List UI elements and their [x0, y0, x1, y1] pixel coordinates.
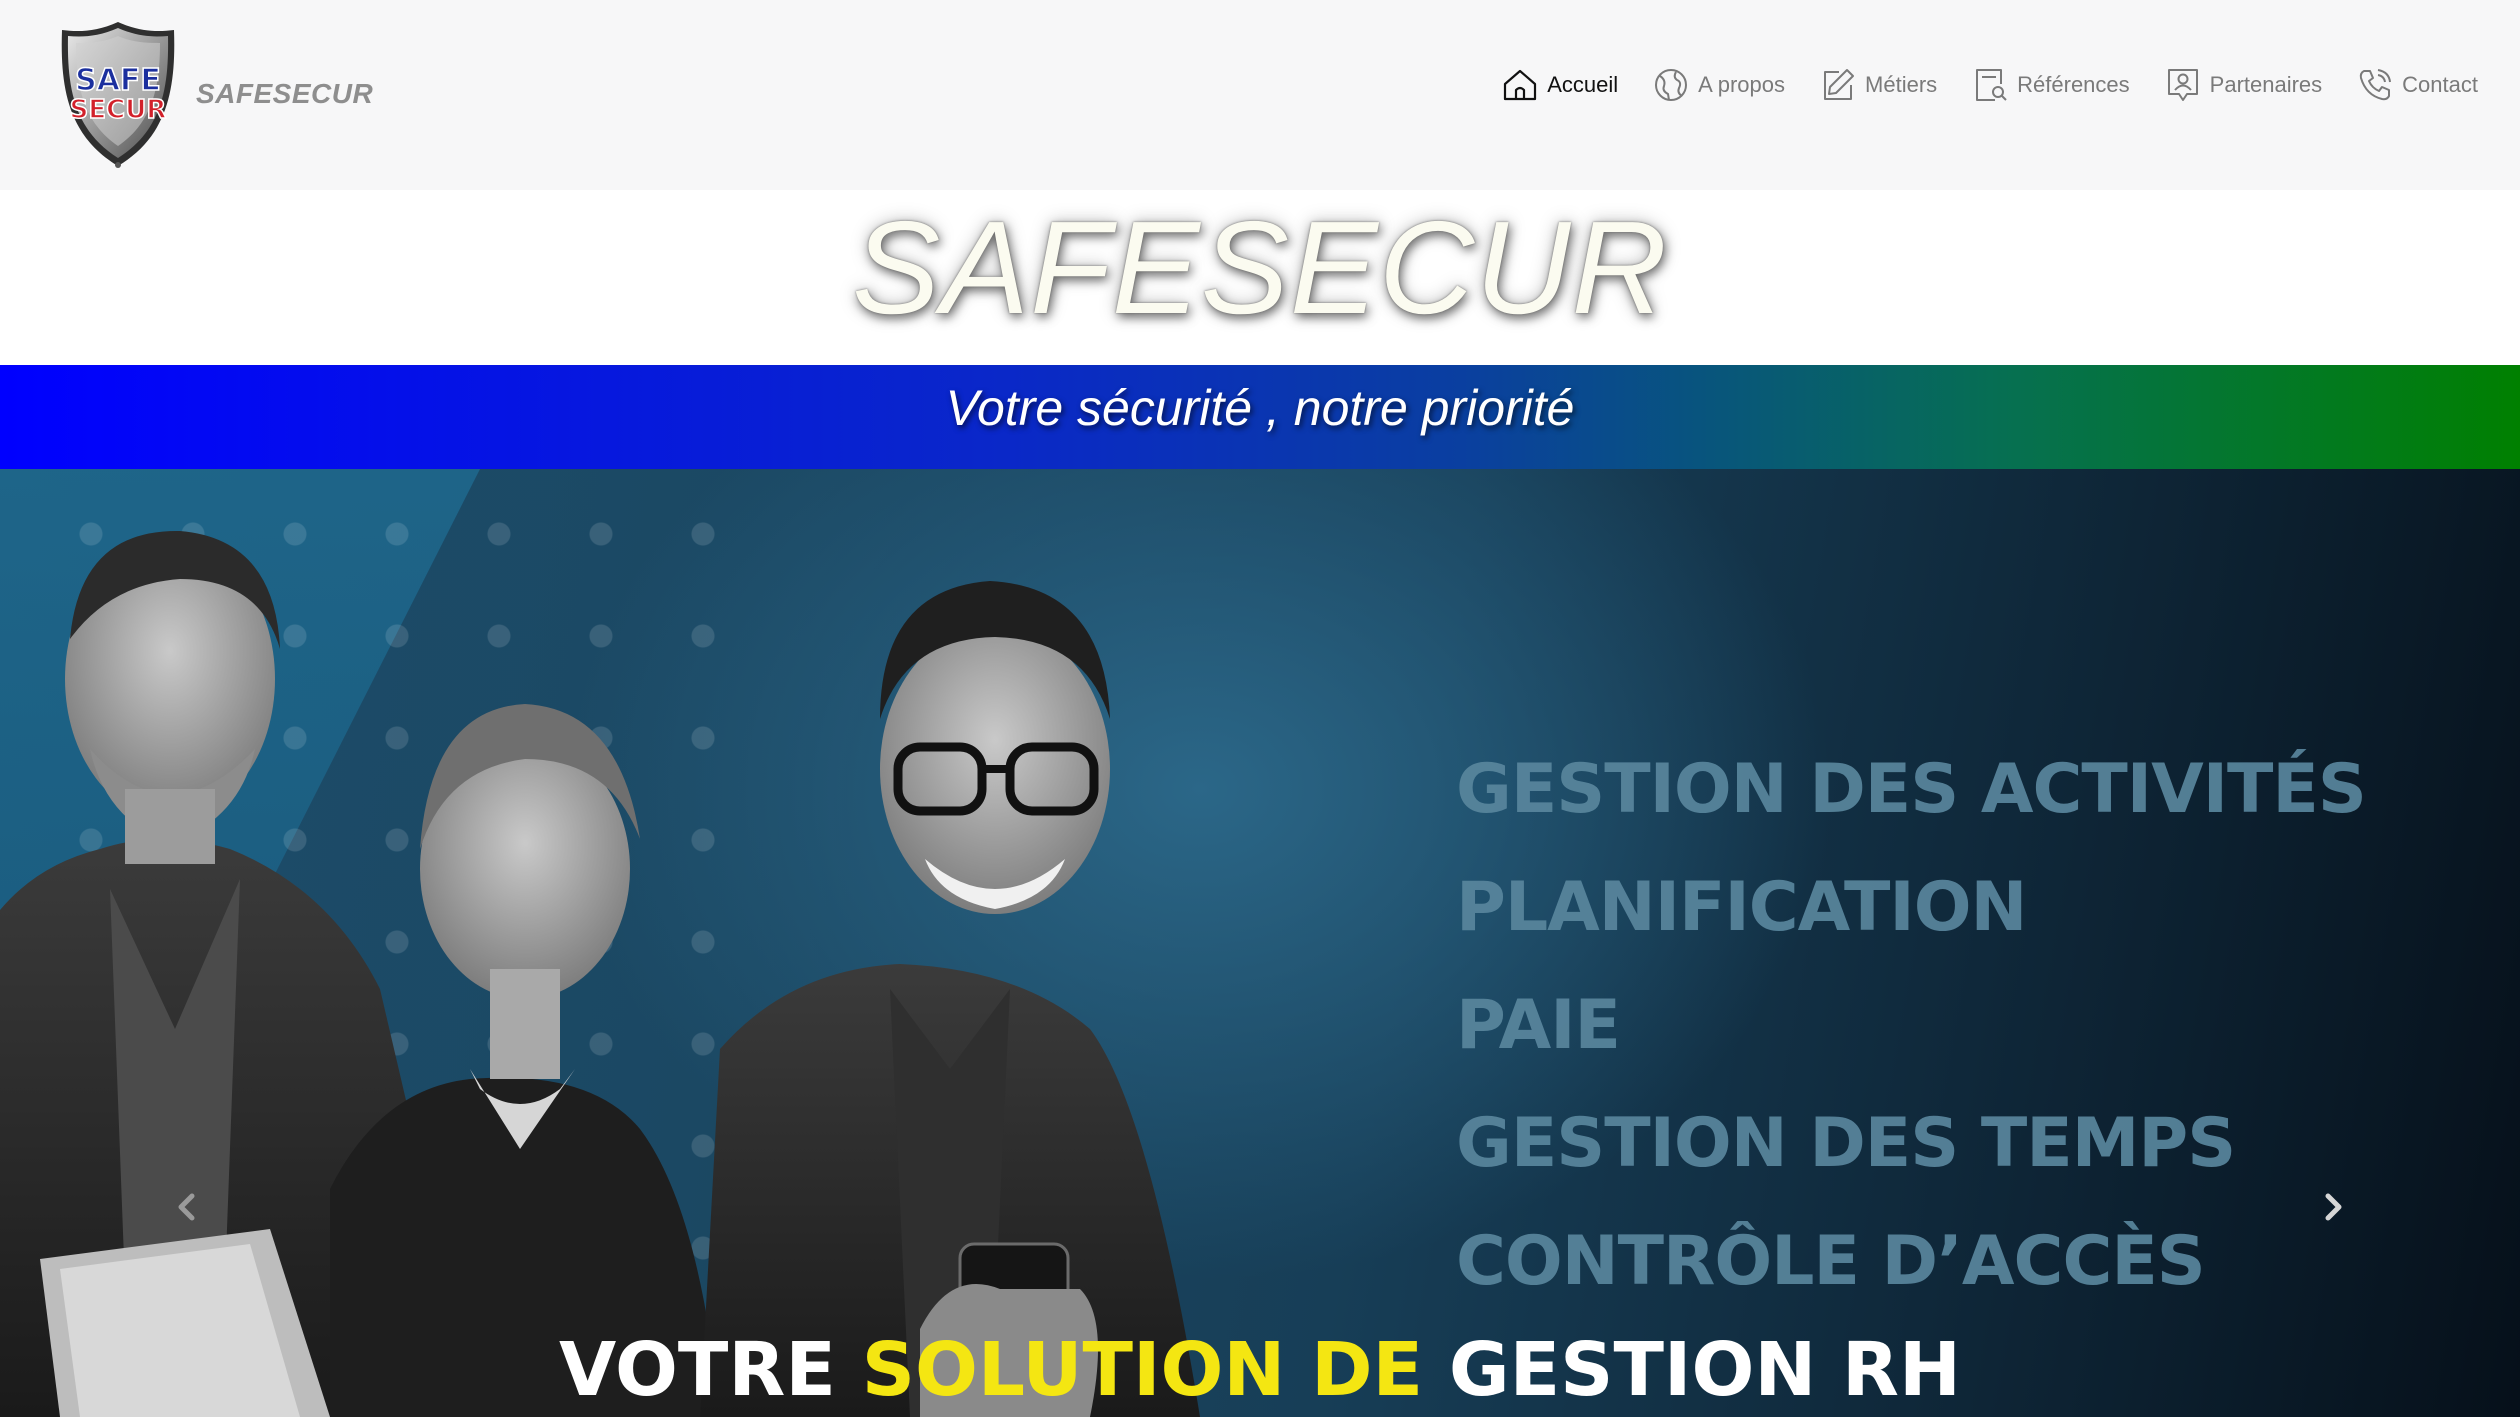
service-item: GESTION DES ACTIVITÉS [1456, 750, 2367, 829]
page-title: SAFESECUR [852, 194, 1668, 341]
home-icon [1504, 69, 1537, 101]
carousel-prev-button[interactable] [167, 1187, 207, 1227]
document-search-icon [1976, 69, 2007, 101]
svg-text:SAFE: SAFE [75, 63, 161, 98]
phone-icon [2359, 69, 2392, 101]
nav-label-contact: Contact [2402, 72, 2478, 97]
nav-label-a-propos: A propos [1698, 72, 1786, 97]
hero-caption-highlight: SOLUTION DE [861, 1327, 1424, 1413]
nav-item-contact[interactable]: Contact [2356, 66, 2478, 104]
service-item: PAIE [1456, 986, 1621, 1065]
hero-caption-end: GESTION RH [1423, 1327, 1961, 1413]
hero-services-list: GESTION DES ACTIVITÉS PLANIFICATION PAIE… [1456, 731, 2367, 1321]
nav-item-accueil[interactable]: Accueil [1501, 66, 1618, 104]
service-item: CONTRÔLE D’ACCÈS [1456, 1222, 2206, 1301]
svg-text:SECUR: SECUR [70, 95, 167, 125]
nav-label-metiers: Métiers [1865, 72, 1938, 97]
nav-item-references[interactable]: Références [1971, 66, 2130, 104]
nav-item-partenaires[interactable]: Partenaires [2164, 66, 2323, 104]
globe-icon [1655, 69, 1688, 101]
nav-label-partenaires: Partenaires [2209, 72, 2323, 97]
user-badge-icon [2167, 69, 2198, 101]
main-nav: Accueil A propos Métiers Références Part… [1467, 66, 2478, 104]
nav-label-references: Références [2017, 72, 2130, 97]
nav-item-a-propos[interactable]: A propos [1652, 66, 1785, 104]
brand-link[interactable]: SAFE SECUR SAFESECUR [56, 18, 373, 170]
chevron-right-icon [2325, 1193, 2342, 1221]
hero-carousel: GESTION DES ACTIVITÉS PLANIFICATION PAIE… [0, 469, 2520, 1417]
nav-label-accueil: Accueil [1547, 72, 1619, 97]
slogan-text: Votre sécurité , notre priorité [945, 380, 1575, 436]
brand-name: SAFESECUR [196, 78, 374, 109]
title-band: SAFESECUR [0, 190, 2520, 365]
edit-icon [1824, 69, 1855, 100]
slogan-band: Votre sécurité , notre priorité [0, 365, 2520, 469]
shield-logo: SAFE SECUR [61, 22, 175, 168]
hero-caption-start: VOTRE [559, 1327, 862, 1413]
chevron-left-icon [178, 1193, 195, 1221]
service-item: PLANIFICATION [1456, 868, 2027, 947]
nav-item-metiers[interactable]: Métiers [1819, 66, 1937, 104]
hero-people-image [0, 530, 1200, 1417]
carousel-next-button[interactable] [2313, 1187, 2353, 1227]
hero-caption: VOTRE SOLUTION DE GESTION RH [0, 1327, 2520, 1413]
service-item: GESTION DES TEMPS [1456, 1104, 2236, 1183]
top-navbar: SAFE SECUR SAFESECUR Accueil A propos Mé… [0, 0, 2520, 190]
